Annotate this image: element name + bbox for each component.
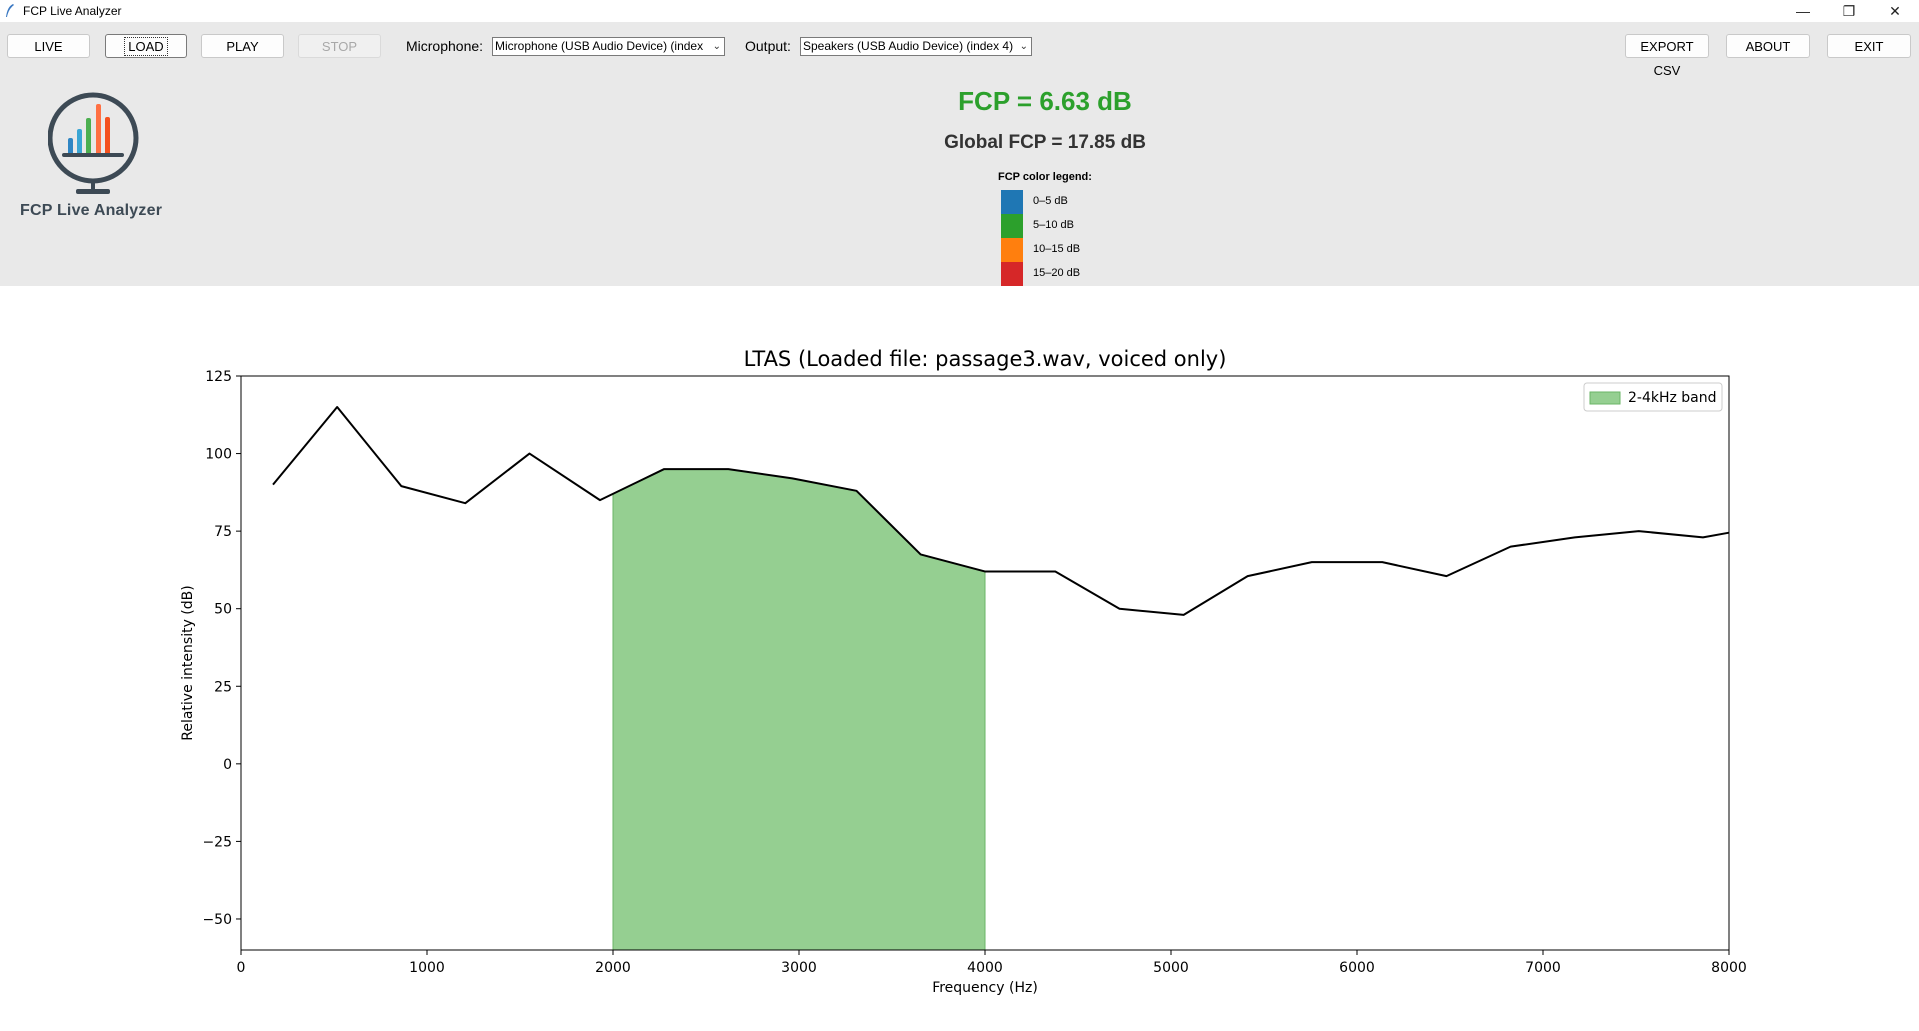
legend-swatch-green <box>1001 214 1023 238</box>
x-tick-label: 4000 <box>967 960 1003 976</box>
fcp-legend-title: FCP color legend: <box>998 171 1092 183</box>
ltas-line <box>272 406 1730 616</box>
x-tick-label: 7000 <box>1525 960 1561 976</box>
stop-button[interactable]: STOP <box>298 34 381 58</box>
microphone-logo-icon <box>48 92 139 194</box>
y-tick-label: 100 <box>205 447 232 463</box>
y-tick-label: 25 <box>214 679 232 695</box>
title-bar: FCP Live Analyzer — ❐ ✕ <box>0 0 1919 22</box>
load-button[interactable]: LOAD <box>105 34 187 58</box>
play-button-label: PLAY <box>226 39 259 54</box>
output-select[interactable]: Speakers (USB Audio Device) (index 4) ⌄ <box>800 37 1032 56</box>
feather-icon <box>6 4 14 17</box>
chart-title: LTAS (Loaded file: passage3.wav, voiced … <box>744 347 1227 371</box>
legend-swatch-orange <box>1001 238 1023 262</box>
chart-legend-swatch <box>1589 391 1621 405</box>
global-fcp-value: Global FCP = 17.85 dB <box>944 132 1146 153</box>
x-tick-label: 3000 <box>781 960 817 976</box>
chevron-down-icon: ⌄ <box>712 41 721 52</box>
output-label: Output: <box>745 38 791 54</box>
legend-label-5-10: 5–10 dB <box>1033 219 1074 231</box>
fcp-value: FCP = 6.63 dB <box>958 86 1132 116</box>
chart-legend-label: 2-4kHz band <box>1628 390 1717 406</box>
output-select-value: Speakers (USB Audio Device) (index 4) <box>803 39 1014 53</box>
legend-label-10-15: 10–15 dB <box>1033 243 1081 255</box>
x-tick-label: 5000 <box>1153 960 1189 976</box>
microphone-label: Microphone: <box>406 38 484 54</box>
band-fill-area <box>612 468 986 951</box>
y-tick-label: −50 <box>202 912 232 928</box>
y-tick-label: 125 <box>205 369 232 385</box>
x-axis-label: Frequency (Hz) <box>932 980 1038 996</box>
minimize-button[interactable]: — <box>1780 0 1826 22</box>
y-tick-label: 75 <box>214 524 232 540</box>
about-button-label: ABOUT <box>1745 39 1791 54</box>
control-panel <box>0 22 1919 286</box>
legend-swatch-blue <box>1001 190 1023 214</box>
ltas-chart: 0 1000 2000 3000 4000 5000 6000 7000 8000 125 100 7… <box>180 347 1747 996</box>
chevron-down-icon: ⌄ <box>1019 41 1028 52</box>
window-title: FCP Live Analyzer <box>23 4 122 18</box>
load-button-label: LOAD <box>124 37 168 56</box>
live-button[interactable]: LIVE <box>7 34 90 58</box>
y-tick-label: 50 <box>214 602 232 618</box>
microphone-select-value: Microphone (USB Audio Device) (index <box>495 39 704 53</box>
y-tick-label: 0 <box>223 757 232 773</box>
stop-button-label: STOP <box>321 39 358 54</box>
x-tick-label: 2000 <box>595 960 631 976</box>
legend-label-15-20: 15–20 dB <box>1033 267 1081 279</box>
app-brand-name: FCP Live Analyzer <box>20 202 163 219</box>
y-axis-label: Relative intensity (dB) <box>180 585 196 740</box>
legend-label-0-5: 0–5 dB <box>1033 195 1068 207</box>
close-window-button[interactable]: ✕ <box>1872 0 1918 22</box>
x-tick-label: 0 <box>237 960 246 976</box>
play-button[interactable]: PLAY <box>201 34 284 58</box>
microphone-select[interactable]: Microphone (USB Audio Device) (index ⌄ <box>492 37 725 56</box>
live-button-label: LIVE <box>34 39 63 54</box>
x-tick-label: 1000 <box>409 960 445 976</box>
export-csv-button[interactable]: EXPORT CSV <box>1625 34 1709 78</box>
restore-button[interactable]: ❐ <box>1826 0 1872 22</box>
legend-swatch-red <box>1001 262 1023 286</box>
x-tick-label: 8000 <box>1711 960 1747 976</box>
exit-button[interactable]: EXIT <box>1827 34 1911 58</box>
exit-button-label: EXIT <box>1854 39 1884 54</box>
x-tick-label: 6000 <box>1339 960 1375 976</box>
about-button[interactable]: ABOUT <box>1726 34 1810 58</box>
y-tick-label: −25 <box>202 834 232 850</box>
